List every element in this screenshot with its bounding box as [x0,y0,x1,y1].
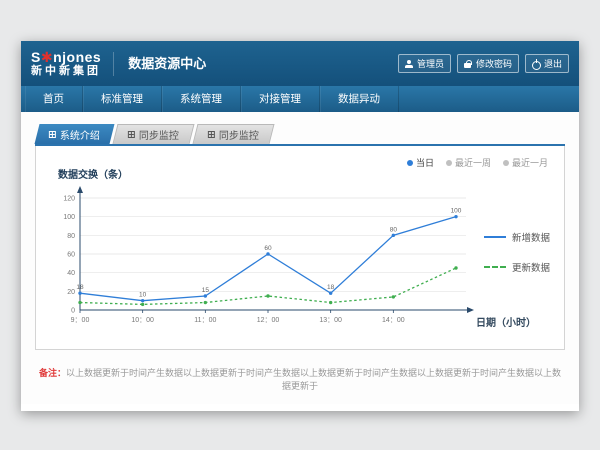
nav-item-system-mgmt[interactable]: 系统管理 [162,86,241,112]
filter-label: 当日 [416,156,434,169]
footnote-label: 备注： [39,368,66,378]
lock-icon [464,60,472,68]
svg-text:60: 60 [67,252,75,259]
svg-text:100: 100 [451,208,462,215]
change-password-label: 修改密码 [476,57,512,70]
footnote: 备注：以上数据更新于时间产生数据以上数据更新于时间产生数据以上数据更新于时间产生… [35,366,565,392]
nav-item-standard-mgmt[interactable]: 标准管理 [83,86,162,112]
legend-label: 新增数据 [512,230,550,244]
svg-text:40: 40 [67,270,75,277]
radio-dot-icon [446,160,452,166]
filter-today[interactable]: 当日 [407,156,434,169]
grid-icon [208,131,215,138]
svg-text:80: 80 [67,233,75,240]
filter-last-month[interactable]: 最近一月 [503,156,548,169]
logout-button[interactable]: 退出 [525,54,569,73]
time-filter-group: 当日 最近一周 最近一月 [407,156,548,169]
nav-item-home[interactable]: 首页 [25,86,83,112]
solid-line-icon [484,236,506,238]
grid-icon [49,131,56,138]
tab-label: 系统介绍 [60,127,100,142]
content-area: 系统介绍 同步监控 同步监控 当日 最近一周 [21,112,579,404]
legend-updated-data: 更新数据 [484,260,550,274]
nav-item-data-changes[interactable]: 数据异动 [320,86,399,112]
svg-text:18: 18 [76,284,84,291]
svg-text:12：00: 12：00 [257,317,280,324]
logo: S✱njones 新中新集团 [31,50,101,77]
svg-text:80: 80 [390,226,398,233]
svg-text:100: 100 [63,214,75,221]
radio-dot-icon [503,160,509,166]
filter-label: 最近一月 [512,156,548,169]
tab-sync-monitor-2[interactable]: 同步监控 [193,124,275,144]
svg-text:18: 18 [327,284,335,291]
grid-icon [128,131,135,138]
tab-label: 同步监控 [219,127,259,142]
svg-text:20: 20 [67,289,75,296]
svg-text:0: 0 [71,308,75,315]
svg-text:13：00: 13：00 [319,317,342,324]
line-chart: 0 20 40 60 80 100 120 9：00 10：00 11：00 12：00 13：00 1… [46,184,476,336]
svg-text:10：00: 10：00 [131,317,154,324]
admin-user-label: 管理员 [417,57,444,70]
footnote-text: 以上数据更新于时间产生数据以上数据更新于时间产生数据以上数据更新于时间产生数据以… [66,368,561,391]
chart-panel: 当日 最近一周 最近一月 数据交换（条） 0 20 40 60 80 100 120 9：00… [35,146,565,350]
svg-text:9：00: 9：00 [71,317,90,324]
tab-label: 同步监控 [139,127,179,142]
logout-label: 退出 [544,57,562,70]
brand-wordmark: S✱njones [31,50,101,65]
user-icon [405,60,413,68]
brand-star-icon: ✱ [41,49,53,65]
company-name: 新中新集团 [31,65,101,77]
radio-dot-icon [407,160,413,166]
dashed-line-icon [484,266,506,268]
tab-sync-monitor-1[interactable]: 同步监控 [113,124,195,144]
tab-system-intro[interactable]: 系统介绍 [35,124,115,144]
tab-bar: 系统介绍 同步监控 同步监控 [35,124,565,146]
svg-text:14：00: 14：00 [382,317,405,324]
admin-user-button[interactable]: 管理员 [398,54,451,73]
header-actions: 管理员 修改密码 退出 [398,54,569,73]
svg-text:11：00: 11：00 [194,317,216,324]
filter-last-week[interactable]: 最近一周 [446,156,491,169]
x-axis-label: 日期（小时） [476,314,536,329]
page-title: 数据资源中心 [113,52,206,76]
change-password-button[interactable]: 修改密码 [457,54,519,73]
nav-item-connection-mgmt[interactable]: 对接管理 [241,86,320,112]
svg-text:15: 15 [202,287,210,294]
svg-text:10: 10 [139,292,147,299]
main-nav: 首页 标准管理 系统管理 对接管理 数据异动 [21,86,579,112]
svg-text:120: 120 [63,196,75,203]
legend-new-data: 新增数据 [484,230,550,244]
header: S✱njones 新中新集团 数据资源中心 管理员 修改密码 退出 [21,41,579,86]
legend-label: 更新数据 [512,260,550,274]
series-legend: 新增数据 更新数据 [484,230,550,274]
power-icon [532,60,540,68]
filter-label: 最近一周 [455,156,491,169]
svg-text:60: 60 [264,245,272,252]
y-axis-label: 数据交换（条） [58,166,128,181]
app-window: S✱njones 新中新集团 数据资源中心 管理员 修改密码 退出 首页 标准管… [21,41,579,411]
